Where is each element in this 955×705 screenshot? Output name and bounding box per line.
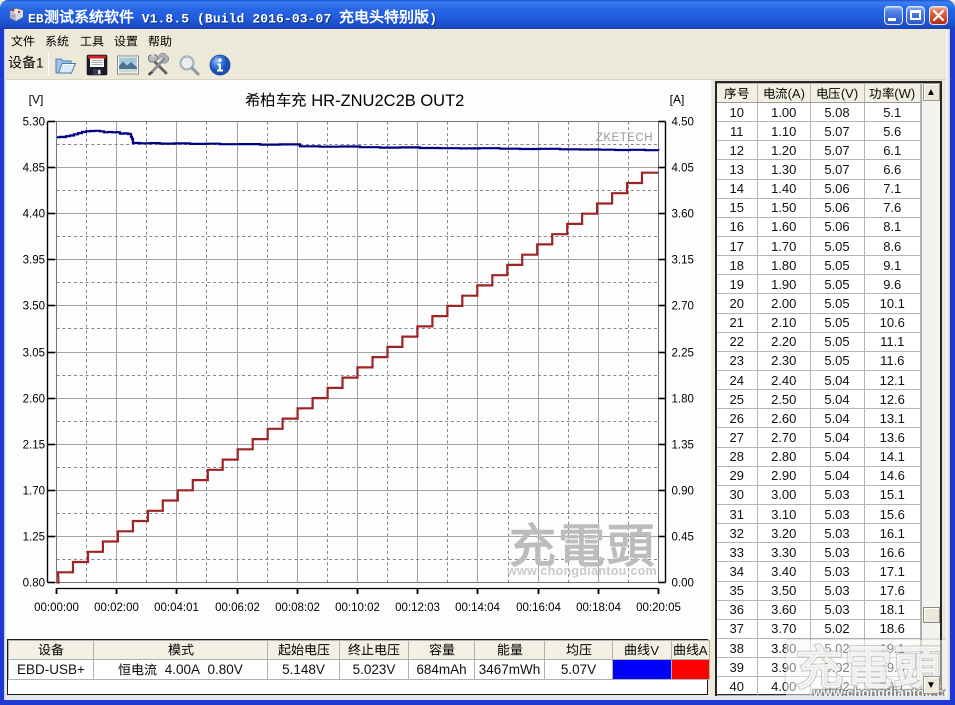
svg-text:2.15: 2.15 (23, 440, 45, 452)
svg-text:4.05: 4.05 (672, 163, 694, 175)
svg-text:4.50: 4.50 (672, 117, 694, 129)
svg-text:0.00: 0.00 (672, 578, 694, 590)
svg-text:3.15: 3.15 (672, 255, 694, 267)
svg-text:00:02:00: 00:02:00 (94, 602, 139, 614)
svg-text:2.70: 2.70 (672, 301, 694, 313)
svg-text:[A]: [A] (670, 93, 685, 107)
svg-text:3.60: 3.60 (672, 209, 694, 221)
svg-text:1.80: 1.80 (672, 394, 694, 406)
svg-text:0.45: 0.45 (672, 532, 694, 544)
svg-text:0.80: 0.80 (23, 578, 45, 590)
svg-text:4.85: 4.85 (23, 163, 45, 175)
svg-text:00:00:00: 00:00:00 (34, 602, 79, 614)
svg-text:5.30: 5.30 (23, 117, 45, 129)
svg-text:00:16:04: 00:16:04 (516, 602, 561, 614)
svg-text:3.05: 3.05 (23, 348, 45, 360)
svg-text:00:14:04: 00:14:04 (455, 602, 500, 614)
svg-text:ZKETECH: ZKETECH (596, 132, 653, 144)
svg-text:4.40: 4.40 (23, 209, 45, 221)
svg-text:[V]: [V] (29, 93, 44, 107)
svg-text:00:04:01: 00:04:01 (154, 602, 199, 614)
svg-text:00:08:02: 00:08:02 (275, 602, 320, 614)
svg-text:00:20:05: 00:20:05 (636, 602, 681, 614)
svg-text:3.95: 3.95 (23, 255, 45, 267)
svg-text:00:18:04: 00:18:04 (576, 602, 621, 614)
svg-text:00:12:03: 00:12:03 (395, 602, 440, 614)
svg-text:0.90: 0.90 (672, 486, 694, 498)
svg-text:00:06:02: 00:06:02 (215, 602, 260, 614)
svg-text:2.60: 2.60 (23, 394, 45, 406)
svg-text:1.70: 1.70 (23, 486, 45, 498)
svg-text:3.50: 3.50 (23, 301, 45, 313)
svg-text:2.25: 2.25 (672, 348, 694, 360)
svg-text:00:10:02: 00:10:02 (335, 602, 380, 614)
svg-text:1.35: 1.35 (672, 440, 694, 452)
svg-text:1.25: 1.25 (23, 532, 45, 544)
